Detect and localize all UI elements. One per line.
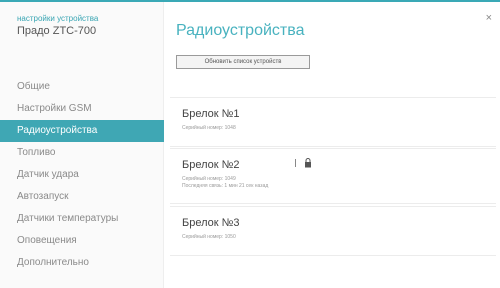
sidebar-item-label: Радиоустройства [17,125,98,136]
sidebar-item-temperature-sensors[interactable]: Датчики температуры [0,208,164,230]
device-caption: настройки устройства [17,14,99,23]
sidebar-item-label: Общие [17,81,50,92]
device-card-3[interactable]: Брелок №3 Серийный номер: 1050 [170,206,496,256]
refresh-device-list-button[interactable]: Обновить список устройств [176,55,310,69]
sidebar-item-general[interactable]: Общие [0,76,164,98]
device-name: Прадо ZTC-700 [17,25,97,37]
device-serial: Серийный номер: 1050 [182,234,236,240]
sidebar-item-label: Датчики температуры [17,213,119,224]
sidebar-nav: Общие Настройки GSM Радиоустройства Топл… [0,76,164,274]
sidebar-item-label: Дополнительно [17,257,89,268]
device-card-1[interactable]: Брелок №1 Серийный номер: 1048 [170,97,496,147]
sidebar-item-label: Автозапуск [17,191,69,202]
sidebar-item-label: Оповещения [17,235,77,246]
sidebar-item-label: Настройки GSM [17,103,92,114]
sidebar-item-additional[interactable]: Дополнительно [0,252,164,274]
sidebar-item-gsm-settings[interactable]: Настройки GSM [0,98,164,120]
page-title: Радиоустройства [176,22,305,39]
lock-icon [305,158,311,168]
device-title: Брелок №1 [182,108,240,120]
device-title: Брелок №3 [182,217,240,229]
device-card-2[interactable]: Брелок №2 Серийный номер: 1049 Последняя… [170,148,496,204]
sidebar: настройки устройства Прадо ZTC-700 Общие… [0,2,164,288]
signal-bar-icon [295,159,296,167]
device-last-seen: Последняя связь: 1 мин 21 сек назад [182,183,269,189]
sidebar-item-label: Топливо [17,147,56,158]
device-title: Брелок №2 [182,159,240,171]
sidebar-item-label: Датчик удара [17,169,79,180]
sidebar-item-autostart[interactable]: Автозапуск [0,186,164,208]
device-serial: Серийный номер: 1048 [182,125,236,131]
sidebar-item-radio-devices[interactable]: Радиоустройства [0,120,164,142]
sidebar-item-shock-sensor[interactable]: Датчик удара [0,164,164,186]
close-button[interactable]: × [486,12,492,24]
sidebar-item-fuel[interactable]: Топливо [0,142,164,164]
device-serial: Серийный номер: 1049 [182,176,236,182]
sidebar-item-notifications[interactable]: Оповещения [0,230,164,252]
